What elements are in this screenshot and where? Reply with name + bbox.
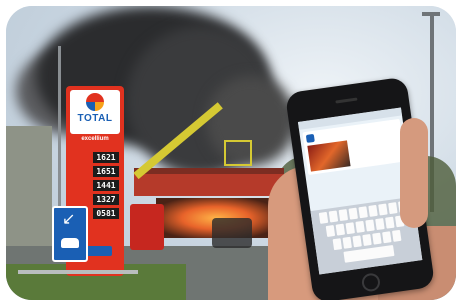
sign-logo-panel: TOTAL <box>70 90 120 134</box>
key[interactable] <box>348 207 358 220</box>
key[interactable] <box>352 235 362 248</box>
key[interactable] <box>368 204 378 217</box>
road-arrow-icon: ↙ <box>62 211 76 228</box>
key[interactable] <box>325 225 336 238</box>
key[interactable] <box>372 232 382 245</box>
price-value: 1621 <box>93 152 119 163</box>
key[interactable] <box>342 236 352 249</box>
station-canopy <box>134 174 284 196</box>
key[interactable] <box>328 210 339 223</box>
price-value: 1327 <box>93 194 119 205</box>
right-index-finger <box>400 118 428 228</box>
price-row: 1441 <box>71 180 119 191</box>
sign-sub-brand: excellium <box>81 136 109 142</box>
key[interactable] <box>358 206 368 219</box>
fire-truck <box>130 204 164 250</box>
key[interactable] <box>375 218 385 231</box>
key[interactable] <box>332 238 343 251</box>
key[interactable] <box>385 216 395 229</box>
price-value: 0581 <box>93 208 119 219</box>
price-row: 1621 <box>71 152 119 163</box>
ladder-basket <box>224 140 252 166</box>
key[interactable] <box>378 203 388 216</box>
key[interactable] <box>355 220 365 233</box>
key[interactable] <box>362 234 372 247</box>
firefighters <box>212 218 252 248</box>
road-sign: ↙ <box>52 206 88 262</box>
phone-speaker <box>335 97 358 104</box>
price-row: 1327 <box>71 194 119 205</box>
key[interactable] <box>388 202 398 215</box>
home-button[interactable] <box>360 272 382 293</box>
total-logo-icon <box>86 93 104 111</box>
key[interactable] <box>392 229 402 242</box>
photo-frame: TOTAL excellium 1621 1651 1441 1327 0581… <box>6 6 456 300</box>
key[interactable] <box>318 211 329 224</box>
price-value: 1651 <box>93 166 119 177</box>
car-icon <box>61 238 79 248</box>
post-photo[interactable] <box>307 140 351 172</box>
sign-brand: TOTAL <box>77 113 113 124</box>
guard-rail <box>18 270 138 274</box>
price-row: 1651 <box>71 166 119 177</box>
key[interactable] <box>335 223 346 236</box>
price-value: 1441 <box>93 180 119 191</box>
key[interactable] <box>338 209 349 222</box>
key[interactable] <box>345 222 355 235</box>
key[interactable] <box>382 231 392 244</box>
street-lamp-head <box>422 12 440 16</box>
key[interactable] <box>365 219 375 232</box>
avatar <box>305 133 315 143</box>
